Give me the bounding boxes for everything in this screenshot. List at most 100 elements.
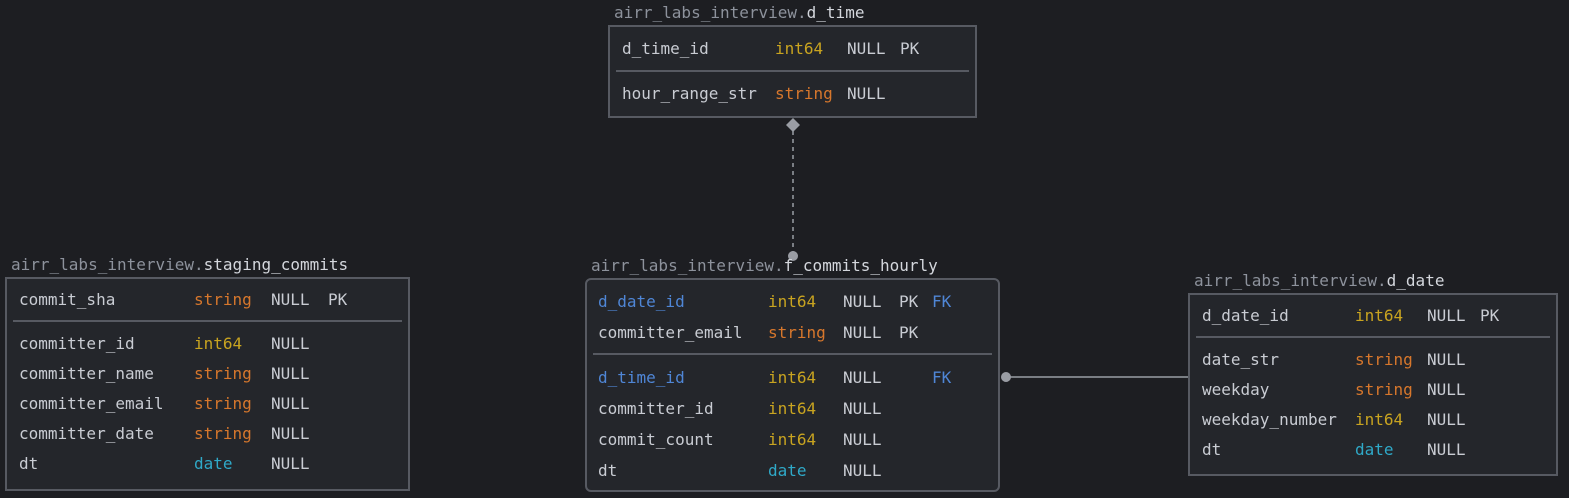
column-nullable: NULL — [271, 454, 310, 473]
column-nullable: NULL — [843, 430, 882, 449]
column-nullable: NULL — [843, 399, 882, 418]
key-columns-section: d_date_id int64 NULL PK FK committer_email str… — [587, 280, 998, 353]
column-name: d_time_id — [598, 368, 685, 387]
column-row[interactable]: d_date_id int64 NULL PK — [1190, 301, 1556, 331]
column-row[interactable]: commit_sha string NULL PK — [7, 285, 408, 315]
column-type: string — [194, 394, 252, 413]
column-row[interactable]: weekday string NULL — [1190, 375, 1556, 405]
column-type: date — [768, 461, 807, 480]
columns-section: hour_range_str string NULL — [610, 72, 975, 109]
column-name: dt — [598, 461, 618, 480]
column-row[interactable]: dt date NULL — [7, 449, 408, 479]
column-name: committer_id — [19, 334, 135, 353]
column-nullable: NULL — [1427, 380, 1466, 399]
columns-section: date_str string NULL weekday string NULL weekd… — [1190, 338, 1556, 465]
column-nullable: NULL — [843, 323, 882, 342]
schema-name: airr_labs_interview. — [11, 255, 204, 274]
column-nullable: NULL — [271, 334, 310, 353]
column-name: d_date_id — [598, 292, 685, 311]
column-name: committer_name — [19, 364, 154, 383]
table-title-d-time: airr_labs_interview.d_time — [614, 3, 864, 23]
column-nullable: NULL — [1427, 306, 1466, 325]
columns-section: d_time_id int64 NULL FK committer_id int64 NUL… — [587, 355, 998, 486]
table-title-f-commits-hourly: airr_labs_interview.f_commits_hourly — [591, 256, 938, 276]
table-name: d_time — [806, 3, 865, 22]
schema-name: airr_labs_interview. — [614, 3, 807, 22]
column-type: int64 — [768, 292, 817, 311]
column-row[interactable]: committer_name string NULL — [7, 359, 408, 389]
primary-key-badge: PK — [328, 290, 348, 309]
table-title-d-date: airr_labs_interview.d_date — [1194, 271, 1444, 291]
column-nullable: NULL — [843, 292, 882, 311]
column-type: int64 — [768, 368, 817, 387]
column-row[interactable]: weekday_number int64 NULL — [1190, 405, 1556, 435]
column-type: string — [1355, 380, 1413, 399]
column-name: commit_count — [598, 430, 714, 449]
column-name: committer_date — [19, 424, 154, 443]
column-type: string — [194, 290, 252, 309]
primary-key-badge: PK — [899, 323, 919, 342]
column-name: date_str — [1202, 350, 1280, 369]
table-title-staging-commits: airr_labs_interview.staging_commits — [11, 255, 348, 275]
column-type: string — [775, 84, 833, 103]
column-name: committer_email — [19, 394, 164, 413]
column-type: date — [1355, 440, 1394, 459]
column-nullable: NULL — [1427, 350, 1466, 369]
key-columns-section: d_date_id int64 NULL PK — [1190, 295, 1556, 336]
column-row[interactable]: d_date_id int64 NULL PK FK — [587, 286, 998, 317]
column-nullable: NULL — [271, 290, 310, 309]
column-type: string — [194, 424, 252, 443]
column-name: hour_range_str — [622, 84, 757, 103]
column-nullable: NULL — [843, 368, 882, 387]
column-name: d_date_id — [1202, 306, 1289, 325]
column-name: dt — [1202, 440, 1222, 459]
column-nullable: NULL — [843, 461, 882, 480]
column-type: int64 — [768, 430, 817, 449]
table-d-date[interactable]: d_date_id int64 NULL PK date_str string NULL we… — [1188, 293, 1558, 476]
column-row[interactable]: dt date NULL — [587, 455, 998, 486]
column-name: commit_sha — [19, 290, 116, 309]
column-row[interactable]: date_str string NULL — [1190, 345, 1556, 375]
relationship-diamond-marker — [786, 118, 800, 132]
table-staging-commits[interactable]: commit_sha string NULL PK committer_id int64 N… — [5, 277, 410, 491]
primary-key-badge: PK — [899, 292, 919, 311]
column-row[interactable]: commit_count int64 NULL — [587, 424, 998, 455]
column-type: string — [1355, 350, 1413, 369]
er-diagram-canvas: airr_labs_interview.d_time d_time_id int6… — [0, 0, 1569, 498]
column-type: int64 — [1355, 306, 1404, 325]
column-row[interactable]: committer_date string NULL — [7, 419, 408, 449]
column-row[interactable]: committer_id int64 NULL — [7, 329, 408, 359]
column-name: dt — [19, 454, 39, 473]
column-row[interactable]: committer_id int64 NULL — [587, 393, 998, 424]
table-name: staging_commits — [203, 255, 349, 274]
column-row[interactable]: committer_email string NULL PK — [587, 317, 998, 348]
column-nullable: NULL — [271, 424, 310, 443]
columns-section: committer_id int64 NULL committer_name strin… — [7, 322, 408, 479]
foreign-key-badge: FK — [932, 368, 952, 387]
column-type: string — [194, 364, 252, 383]
column-row[interactable]: dt date NULL — [1190, 435, 1556, 465]
column-nullable: NULL — [271, 394, 310, 413]
primary-key-badge: PK — [900, 39, 920, 58]
column-name: weekday_number — [1202, 410, 1337, 429]
column-type: string — [768, 323, 826, 342]
table-d-time[interactable]: d_time_id int64 NULL PK hour_range_str string… — [608, 25, 977, 118]
column-row[interactable]: d_time_id int64 NULL FK — [587, 362, 998, 393]
column-type: int64 — [775, 39, 824, 58]
table-f-commits-hourly[interactable]: d_date_id int64 NULL PK FK committer_email str… — [585, 278, 1000, 492]
column-row[interactable]: committer_email string NULL — [7, 389, 408, 419]
table-name: f_commits_hourly — [783, 256, 938, 275]
foreign-key-badge: FK — [932, 292, 952, 311]
column-type: int64 — [768, 399, 817, 418]
schema-name: airr_labs_interview. — [591, 256, 784, 275]
column-nullable: NULL — [847, 39, 886, 58]
column-name: committer_id — [598, 399, 714, 418]
column-nullable: NULL — [1427, 440, 1466, 459]
column-type: date — [194, 454, 233, 473]
key-columns-section: commit_sha string NULL PK — [7, 279, 408, 320]
column-type: int64 — [1355, 410, 1404, 429]
column-row[interactable]: d_time_id int64 NULL PK — [610, 33, 975, 65]
relationship-dot-marker — [1001, 372, 1011, 382]
column-name: d_time_id — [622, 39, 709, 58]
column-row[interactable]: hour_range_str string NULL — [610, 79, 975, 109]
